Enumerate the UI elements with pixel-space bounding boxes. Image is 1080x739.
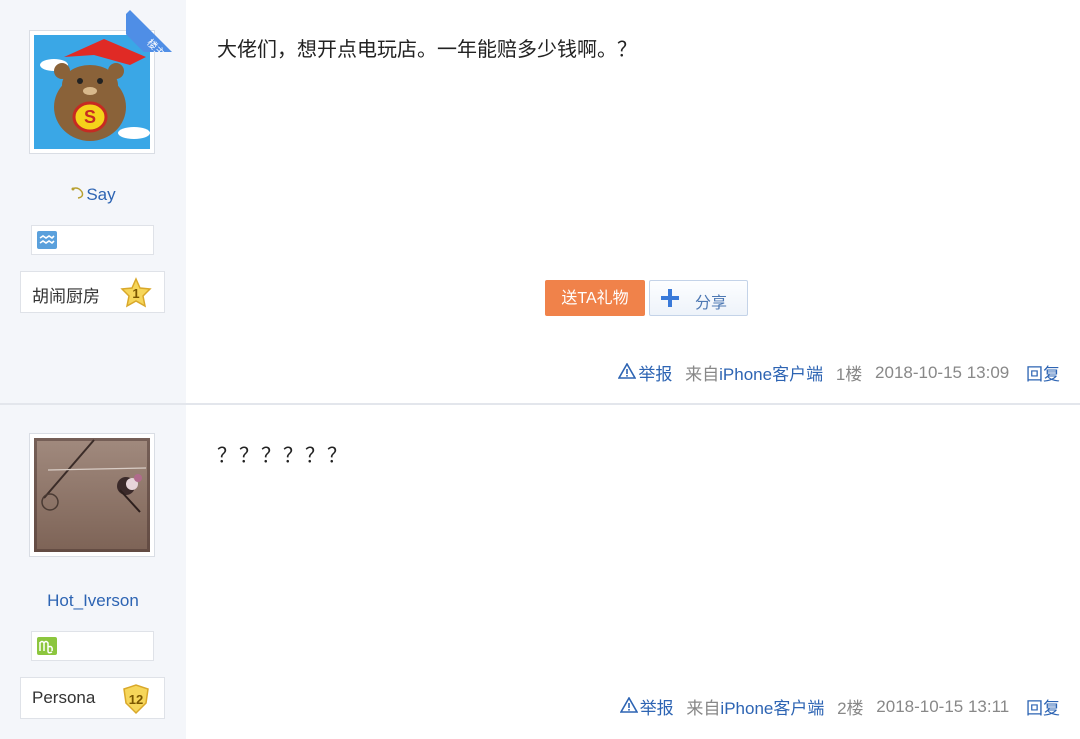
zodiac-box [31, 631, 154, 661]
post-meta: 举报 来自iPhone客户端 1楼 2018-10-15 13:09 回复 [618, 360, 1060, 385]
post-floor-2: Hot_Iverson Persona 12 ？？？？？？ 举报 来自iPhon… [0, 405, 1080, 739]
post-content: 大佬们，想开点电玩店。一年能赔多少钱啊。？ [217, 37, 637, 61]
bear-superhero-avatar-image: S [34, 35, 150, 149]
basketball-avatar-image [34, 438, 150, 552]
badge-name: 胡闹厨房 [32, 287, 100, 307]
warning-icon [619, 696, 638, 713]
share-button[interactable]: 分享 [649, 280, 748, 316]
reply-link[interactable]: 回复 [1026, 360, 1060, 385]
badge-level: 1 [132, 286, 140, 301]
report-link[interactable]: 举报 [618, 360, 672, 385]
avatar[interactable] [29, 433, 155, 557]
source-device-link[interactable]: iPhone客户端 [720, 694, 824, 719]
member-badge[interactable]: Persona 12 [20, 677, 165, 719]
warning-icon [618, 362, 637, 379]
floor-number: 1楼 [835, 365, 863, 384]
op-label: 楼主 [126, 10, 188, 52]
source-prefix: 来自 [686, 699, 721, 718]
plus-icon [661, 289, 679, 307]
report-label[interactable]: 举报 [638, 360, 672, 385]
zodiac-box [31, 225, 154, 255]
author-sidebar: Hot_Iverson Persona 12 [0, 405, 186, 739]
username-text[interactable]: Say [86, 185, 115, 204]
floor-number: 2楼 [837, 699, 864, 718]
source-prefix: 来自 [685, 365, 720, 384]
post-floor-1: S Say 胡闹厨房 1 楼主 大佬们，想开点电玩店。一年能赔多少钱啊。？ 送T… [0, 0, 1080, 404]
author-sidebar: S Say 胡闹厨房 1 [0, 0, 186, 404]
username[interactable]: Say [0, 185, 186, 205]
svg-text:S: S [84, 107, 96, 127]
username[interactable]: Hot_Iverson [0, 591, 186, 611]
level-shield-badge: 12 [120, 683, 152, 715]
post-time: 2018-10-15 13:09 [875, 362, 1010, 382]
aquarius-icon [37, 231, 57, 249]
virgo-icon [37, 637, 57, 655]
source-device-link[interactable]: iPhone客户端 [719, 360, 823, 385]
badge-level: 12 [128, 692, 144, 707]
badge-name: Persona [32, 688, 96, 707]
member-badge[interactable]: 胡闹厨房 1 [20, 271, 165, 313]
post-time: 2018-10-15 13:11 [876, 696, 1010, 716]
level-star-badge: 1 [120, 277, 152, 309]
post-content: ？？？？？？ [217, 443, 349, 467]
report-link[interactable]: 举报 [619, 694, 674, 719]
report-label[interactable]: 举报 [640, 694, 674, 719]
send-gift-button[interactable]: 送TA礼物 [545, 280, 645, 316]
op-ribbon: 楼主 [126, 0, 188, 52]
reply-link[interactable]: 回复 [1026, 694, 1060, 719]
fish-hook-icon [71, 187, 84, 199]
post-meta: 举报 来自iPhone客户端 2楼 2018-10-15 13:11 回复 [619, 694, 1060, 719]
share-label: 分享 [695, 295, 728, 312]
